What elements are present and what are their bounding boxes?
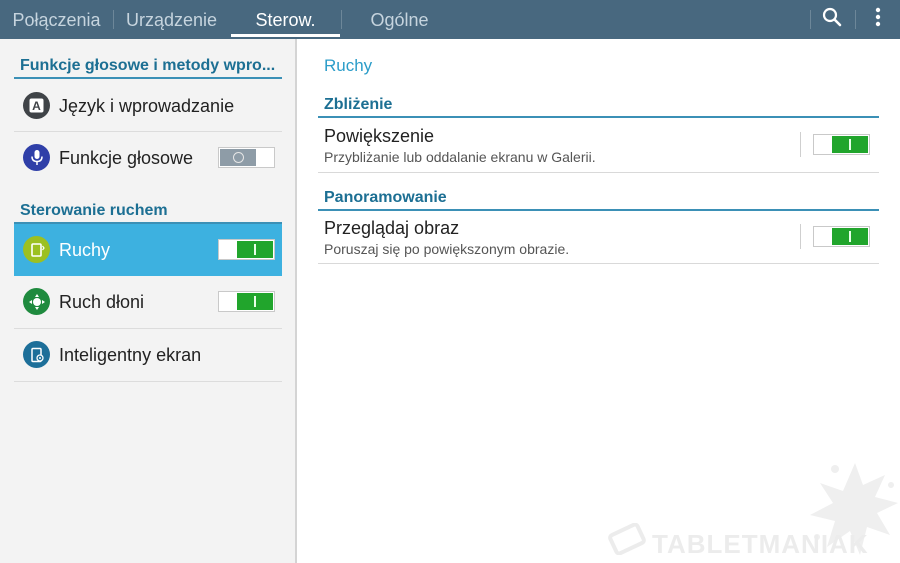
svg-text:A: A bbox=[32, 99, 41, 113]
tab-connections[interactable]: Połączenia bbox=[0, 0, 113, 39]
motions-toggle[interactable] bbox=[218, 239, 275, 260]
sidebar-item-voice-control[interactable]: Funkcje głosowe bbox=[14, 132, 282, 184]
toggle-separator bbox=[800, 224, 801, 249]
section-underline bbox=[318, 209, 879, 211]
search-button[interactable] bbox=[812, 0, 852, 39]
browse-image-toggle[interactable] bbox=[813, 226, 870, 247]
sidebar-item-label: Ruchy bbox=[59, 240, 111, 260]
setting-title: Przeglądaj obraz bbox=[324, 218, 460, 238]
voice-control-toggle[interactable] bbox=[218, 147, 275, 168]
active-tab-indicator bbox=[231, 34, 340, 37]
section-header-zoom: Zbliżenie bbox=[324, 96, 393, 113]
page-title: Ruchy bbox=[324, 56, 373, 75]
toggle-separator bbox=[800, 132, 801, 157]
sidebar-item-label: Funkcje głosowe bbox=[59, 148, 194, 168]
toggle-on-indicator bbox=[254, 296, 256, 307]
sidebar-section-voice: Funkcje głosowe i metody wpro... bbox=[20, 57, 276, 74]
list-divider bbox=[318, 263, 879, 264]
setting-description: Poruszaj się po powiększonym obrazie. bbox=[324, 241, 570, 257]
sidebar-item-label: Język i wprowadzanie bbox=[59, 96, 235, 116]
toggle-knob bbox=[220, 149, 256, 166]
toggle-knob bbox=[237, 241, 273, 258]
section-underline bbox=[318, 116, 879, 118]
tab-general[interactable]: Ogólne bbox=[342, 0, 457, 39]
sidebar-section-motion: Sterowanie ruchem bbox=[20, 202, 168, 219]
sidebar-item-motions[interactable]: Ruchy bbox=[14, 224, 282, 276]
top-tab-bar: Połączenia Urządzenie Sterow. Ogólne bbox=[0, 0, 900, 39]
watermark-tablet-icon bbox=[608, 523, 646, 555]
setting-title: Powiększenie bbox=[324, 126, 435, 146]
list-divider bbox=[14, 381, 282, 382]
toggle-on-indicator bbox=[849, 231, 851, 242]
zoom-toggle[interactable] bbox=[813, 134, 870, 155]
more-options-button[interactable] bbox=[858, 0, 898, 39]
search-icon bbox=[822, 7, 842, 32]
toggle-on-indicator bbox=[849, 139, 851, 150]
toggle-on-indicator bbox=[254, 244, 256, 255]
setting-description: Przybliżanie lub oddalanie ekranu w Gale… bbox=[324, 149, 596, 165]
sidebar-item-smart-screen[interactable]: Inteligentny ekran bbox=[14, 329, 282, 381]
tab-device[interactable]: Urządzenie bbox=[114, 0, 229, 39]
tab-separator bbox=[810, 10, 811, 29]
sidebar-divider bbox=[295, 39, 297, 563]
sidebar-item-label: Ruch dłoni bbox=[59, 292, 145, 312]
toggle-knob bbox=[237, 293, 273, 310]
sidebar-item-palm-motion[interactable]: Ruch dłoni bbox=[14, 276, 282, 328]
section-underline bbox=[14, 77, 282, 79]
list-divider bbox=[318, 172, 879, 173]
sidebar-item-language-input[interactable]: A Język i wprowadzanie bbox=[14, 80, 282, 132]
microphone-icon bbox=[23, 144, 50, 171]
smart-screen-icon bbox=[23, 341, 50, 368]
keyboard-a-icon: A bbox=[23, 92, 50, 119]
palm-motion-icon bbox=[23, 288, 50, 315]
watermark-text: TABLETMANIAK bbox=[652, 529, 869, 559]
toggle-off-indicator bbox=[233, 152, 244, 163]
section-header-panning: Panoramowanie bbox=[324, 189, 447, 206]
palm-motion-toggle[interactable] bbox=[218, 291, 275, 312]
motion-icon bbox=[23, 236, 50, 263]
tab-separator bbox=[855, 10, 856, 29]
more-vertical-icon bbox=[875, 7, 881, 32]
toggle-knob bbox=[832, 228, 868, 245]
sidebar-item-label: Inteligentny ekran bbox=[59, 345, 202, 365]
toggle-knob bbox=[832, 136, 868, 153]
